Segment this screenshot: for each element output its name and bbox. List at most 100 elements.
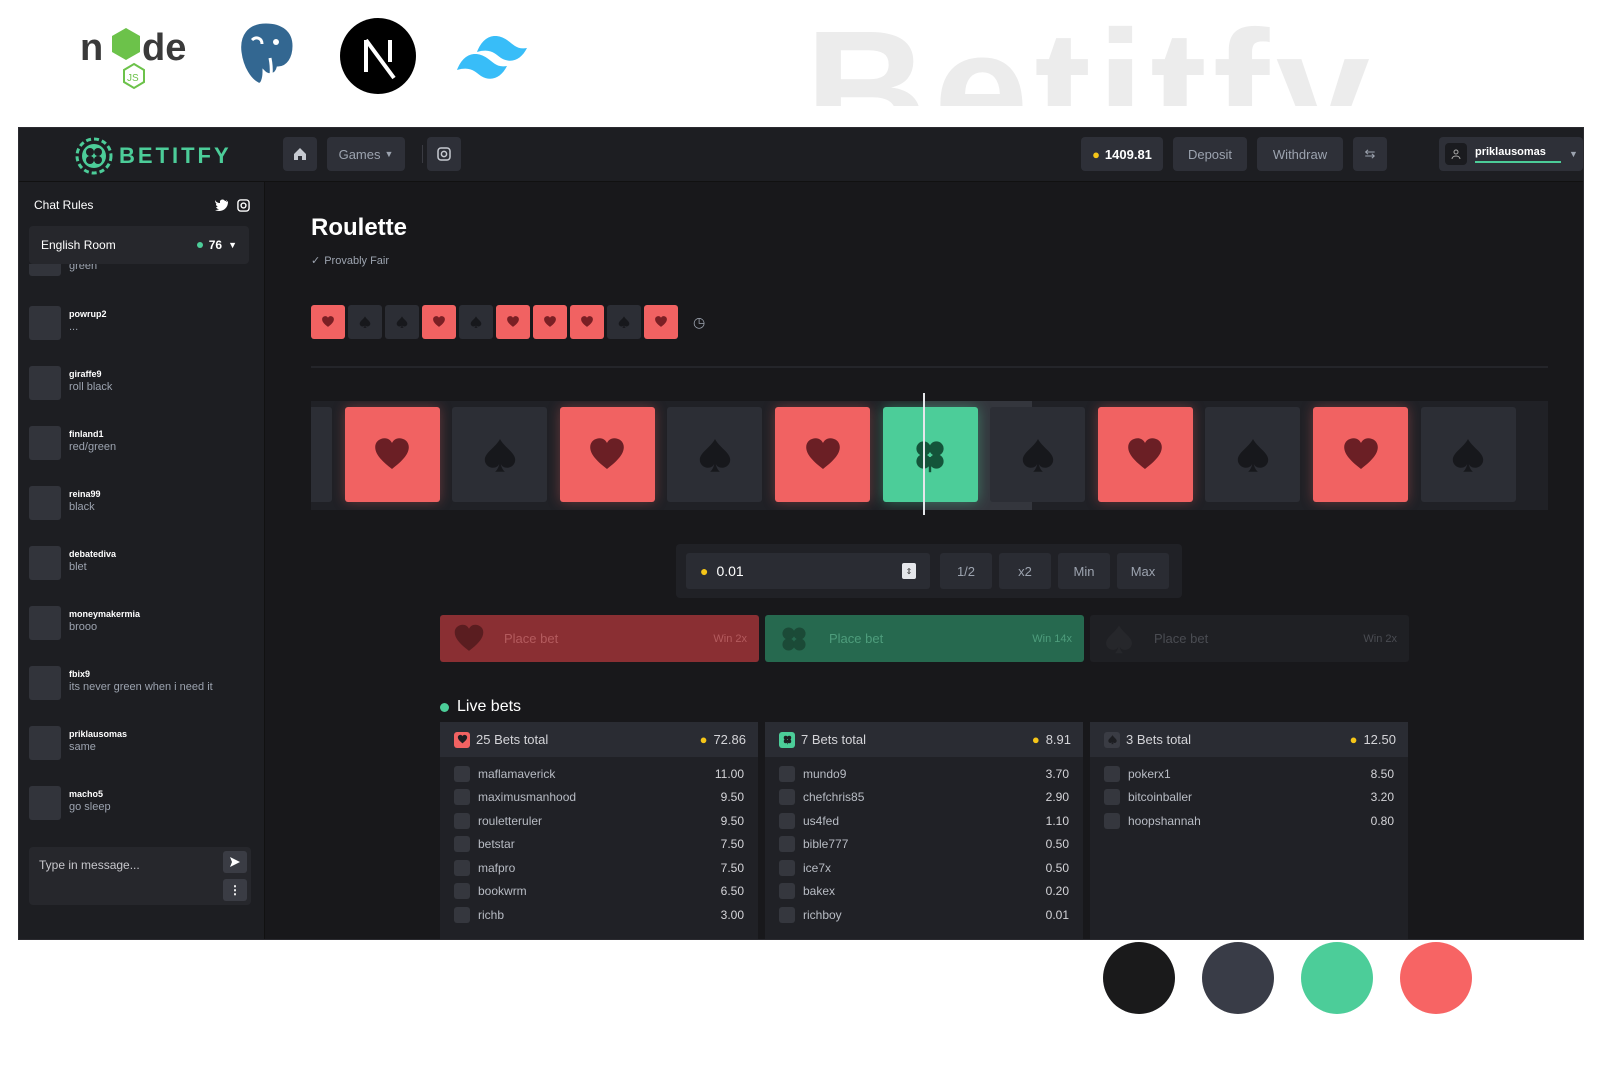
coins-icon: ● bbox=[699, 732, 708, 747]
bet-row: rouletteruler 9.50 bbox=[440, 809, 758, 833]
provably-fair-link[interactable]: ✓ Provably Fair bbox=[311, 254, 389, 268]
bets-total-label: 3 Bets total bbox=[1126, 732, 1192, 747]
message-user[interactable]: moneymakermia bbox=[69, 609, 140, 619]
avatar bbox=[29, 426, 61, 460]
chat-message: giraffe9 roll black bbox=[29, 366, 255, 406]
chevron-down-icon: ▼ bbox=[228, 240, 237, 250]
postgresql-logo bbox=[238, 20, 296, 89]
history-tile-black bbox=[348, 305, 382, 339]
bettor-name: hoopshannah bbox=[1128, 813, 1201, 828]
avatar bbox=[454, 812, 470, 829]
coins-icon: ● bbox=[700, 563, 709, 579]
bet-row: mundo9 3.70 bbox=[765, 762, 1083, 786]
bet-row: pokerx1 8.50 bbox=[1090, 762, 1408, 786]
send-button[interactable] bbox=[223, 851, 247, 873]
home-icon bbox=[294, 148, 306, 160]
message-user[interactable]: giraffe9 bbox=[69, 369, 112, 379]
place-bet-label: Place bet bbox=[1154, 631, 1209, 646]
withdraw-button[interactable]: Withdraw bbox=[1257, 137, 1343, 171]
avatar bbox=[454, 789, 470, 806]
twitter-icon[interactable] bbox=[215, 199, 229, 211]
history-tile-red bbox=[422, 305, 456, 339]
instagram-button[interactable] bbox=[427, 137, 461, 171]
heart-icon bbox=[581, 316, 593, 327]
more-options-button[interactable]: ⋮ bbox=[223, 879, 247, 901]
chat-message: priklausomas same bbox=[29, 726, 255, 766]
min-button[interactable]: Min bbox=[1058, 553, 1110, 589]
clover-icon bbox=[782, 626, 806, 651]
chat-message: powrup2... bbox=[29, 306, 255, 346]
bet-amount: 3.70 bbox=[1045, 766, 1069, 781]
stepper-icon[interactable]: ⇕ bbox=[902, 563, 916, 579]
games-label: Games bbox=[338, 146, 381, 162]
bets-sum: ● 72.86 bbox=[700, 732, 746, 747]
avatar bbox=[454, 836, 470, 853]
double-button[interactable]: x2 bbox=[999, 553, 1051, 589]
message-user[interactable]: reina99 bbox=[69, 489, 101, 499]
place-bet-green-button[interactable]: Place bet Win 14x bbox=[765, 615, 1084, 662]
clover-icon bbox=[916, 440, 944, 472]
heart-icon bbox=[1343, 437, 1378, 469]
half-button[interactable]: 1/2 bbox=[940, 553, 992, 589]
bettor-name: bible777 bbox=[803, 837, 849, 852]
live-bets-heading: Live bets bbox=[440, 698, 521, 716]
bet-row: betstar 7.50 bbox=[440, 833, 758, 857]
message-input[interactable] bbox=[39, 855, 209, 875]
divider bbox=[311, 366, 1548, 368]
check-circle-icon: ✓ bbox=[311, 255, 321, 267]
message-user[interactable]: powrup2 bbox=[69, 309, 107, 319]
avatar bbox=[779, 765, 795, 782]
brand-logo[interactable]: BETITFY bbox=[75, 137, 232, 175]
history-clock-icon[interactable]: ◷ bbox=[693, 314, 705, 331]
bet-row: chefchris85 2.90 bbox=[765, 786, 1083, 810]
roulette-marker bbox=[923, 393, 925, 515]
roulette-tile-red bbox=[775, 407, 870, 502]
bet-amount: 0.80 bbox=[1370, 813, 1394, 828]
chat-rules-link[interactable]: Chat Rules bbox=[34, 198, 93, 212]
games-dropdown[interactable]: Games ▼ bbox=[327, 137, 405, 171]
message-user[interactable]: finland1 bbox=[69, 429, 116, 439]
message-user[interactable]: macho5 bbox=[69, 789, 111, 799]
bet-amount: 8.50 bbox=[1370, 766, 1394, 781]
place-bet-red-button[interactable]: Place bet Win 2x bbox=[440, 615, 759, 662]
message-text: same bbox=[69, 741, 96, 753]
message-user[interactable]: priklausomas bbox=[69, 729, 127, 739]
message-user[interactable]: debatediva bbox=[69, 549, 116, 559]
place-bet-black-button[interactable]: Place bet Win 2x bbox=[1090, 615, 1409, 662]
roulette-tile-black bbox=[667, 407, 763, 502]
page-title: Roulette bbox=[311, 214, 407, 241]
user-menu[interactable]: priklausomas ▼ bbox=[1439, 137, 1583, 171]
bets-column-header: 7 Bets total ● 8.91 bbox=[765, 722, 1083, 757]
swap-button[interactable]: ⇆ bbox=[1353, 137, 1387, 171]
heart-icon bbox=[322, 316, 334, 327]
heart-icon bbox=[1128, 437, 1163, 469]
bet-row: bible777 0.50 bbox=[765, 833, 1083, 857]
live-bets-column-green: 7 Bets total ● 8.91 mundo9 3.70 chefchris85 2.… bbox=[765, 722, 1083, 939]
room-selector[interactable]: English Room 76 ▼ bbox=[29, 226, 249, 264]
heart-icon bbox=[457, 734, 467, 744]
bet-amount: 1.10 bbox=[1045, 813, 1069, 828]
chat-messages[interactable]: green powrup2... giraffe9 roll black finl… bbox=[19, 264, 265, 839]
history-tile-red bbox=[311, 305, 345, 339]
bettor-name: maximusmanhood bbox=[478, 790, 577, 805]
max-button[interactable]: Max bbox=[1117, 553, 1169, 589]
bets-total-label: 7 Bets total bbox=[801, 732, 867, 747]
instagram-icon[interactable] bbox=[237, 198, 250, 212]
heart-icon bbox=[590, 437, 625, 469]
avatar bbox=[29, 366, 61, 400]
bet-amount-field[interactable]: ● 0.01 ⇕ bbox=[686, 553, 930, 589]
home-button[interactable] bbox=[283, 137, 317, 171]
avatar bbox=[454, 883, 470, 900]
deposit-button[interactable]: Deposit bbox=[1173, 137, 1247, 171]
roulette-tile-black bbox=[1420, 407, 1516, 502]
spade-icon bbox=[699, 438, 731, 472]
heart-icon bbox=[375, 437, 409, 469]
bet-row: ice7x 0.50 bbox=[765, 856, 1083, 880]
color-swatch-gray bbox=[1202, 942, 1274, 1014]
watermark-title: Betitfy bbox=[805, 6, 1376, 106]
roll-history: ◷ bbox=[311, 305, 705, 339]
suit-badge bbox=[1104, 731, 1120, 748]
chat-message: macho5 go sleep bbox=[29, 786, 255, 826]
avatar bbox=[29, 726, 61, 760]
message-user[interactable]: fbix9 bbox=[69, 669, 213, 679]
